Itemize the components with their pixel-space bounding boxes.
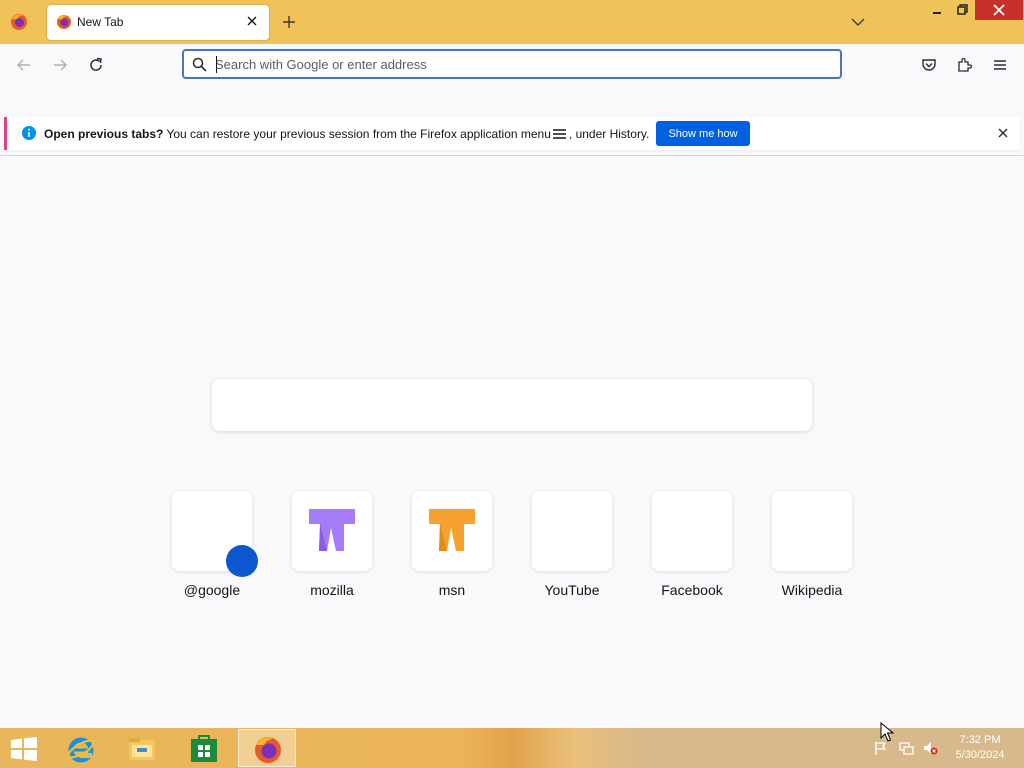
restore-window-icon[interactable] xyxy=(953,3,971,17)
top-site-youtube[interactable]: YouTube xyxy=(532,491,612,603)
firefox-icon xyxy=(255,737,281,763)
tab-new-tab[interactable]: New Tab xyxy=(47,5,269,40)
network-icon[interactable] xyxy=(898,740,914,756)
extensions-puzzle-icon[interactable] xyxy=(956,56,974,74)
top-site-msn[interactable]: msn xyxy=(412,491,492,603)
taskbar-internet-explorer[interactable] xyxy=(52,729,110,767)
top-site-tile xyxy=(652,491,732,571)
notification-text-part1: You can restore your previous session fr… xyxy=(163,127,551,141)
notification-bold-text: Open previous tabs? xyxy=(44,127,164,141)
toolbar-divider xyxy=(0,155,1024,156)
close-notification-icon[interactable] xyxy=(996,126,1010,140)
notification-text-part2: , under History. xyxy=(568,127,650,141)
show-me-how-button[interactable]: Show me how xyxy=(656,121,750,146)
top-site-label: YouTube xyxy=(544,582,600,598)
clock-time: 7:32 PM xyxy=(959,734,1001,746)
firefox-icon xyxy=(57,15,71,29)
mouse-cursor-icon xyxy=(880,722,894,742)
file-explorer-icon xyxy=(129,738,155,760)
minimize-window-icon[interactable] xyxy=(928,3,946,17)
action-center-flag-icon[interactable] xyxy=(873,740,889,756)
close-icon xyxy=(993,4,1005,16)
taskbar-file-explorer[interactable] xyxy=(113,729,171,767)
msn-logo-icon xyxy=(429,509,475,551)
close-tab-icon[interactable] xyxy=(245,14,259,28)
top-site-label: Wikipedia xyxy=(781,582,843,598)
text-caret xyxy=(216,56,217,73)
top-site-facebook[interactable]: Facebook xyxy=(652,491,732,603)
newtab-search-box[interactable] xyxy=(212,379,812,431)
top-site-tile xyxy=(412,491,492,571)
search-icon xyxy=(192,57,207,72)
windows-start-icon[interactable] xyxy=(10,737,38,761)
mozilla-logo-icon xyxy=(309,509,355,551)
top-site-mozilla[interactable]: mozilla xyxy=(292,491,372,603)
info-icon xyxy=(22,126,36,140)
session-restore-notification: Open previous tabs? You can restore your… xyxy=(4,117,1020,150)
system-clock[interactable]: 7:32 PM 5/30/2024 xyxy=(948,733,1012,763)
notification-message: Open previous tabs? You can restore your… xyxy=(44,127,649,141)
store-icon xyxy=(191,735,217,762)
taskbar-store[interactable] xyxy=(175,729,233,767)
chevron-down-icon[interactable] xyxy=(850,14,866,30)
top-site-label: Facebook xyxy=(661,582,723,598)
clock-date: 5/30/2024 xyxy=(955,749,1005,761)
reload-icon[interactable] xyxy=(87,56,105,74)
windows-taskbar: 7:32 PM 5/30/2024 xyxy=(0,728,1024,768)
volume-muted-icon[interactable] xyxy=(922,740,938,756)
top-site-label: @google xyxy=(183,582,241,598)
tab-strip: New Tab xyxy=(0,0,1024,44)
tab-title: New Tab xyxy=(77,15,124,29)
pocket-icon[interactable] xyxy=(920,56,938,74)
hamburger-menu-icon xyxy=(552,129,566,139)
top-site-label: mozilla xyxy=(310,582,354,598)
taskbar-firefox[interactable] xyxy=(238,729,296,767)
close-window-button[interactable] xyxy=(975,0,1023,20)
address-bar[interactable] xyxy=(182,49,842,79)
app-menu-hamburger-icon[interactable] xyxy=(991,56,1009,74)
top-site-label: msn xyxy=(438,582,466,598)
navigation-toolbar xyxy=(0,44,1024,86)
url-input[interactable] xyxy=(215,55,815,73)
top-site-wikipedia[interactable]: Wikipedia xyxy=(772,491,852,603)
top-site-tile xyxy=(772,491,852,571)
firefox-icon[interactable] xyxy=(10,13,28,31)
forward-arrow-icon[interactable] xyxy=(51,56,69,74)
new-tab-plus-icon[interactable] xyxy=(280,13,298,31)
top-site-tile xyxy=(532,491,612,571)
internet-explorer-icon xyxy=(67,737,95,763)
google-blue-dot-icon xyxy=(226,545,258,577)
top-site-tile xyxy=(292,491,372,571)
back-arrow-icon[interactable] xyxy=(15,56,33,74)
